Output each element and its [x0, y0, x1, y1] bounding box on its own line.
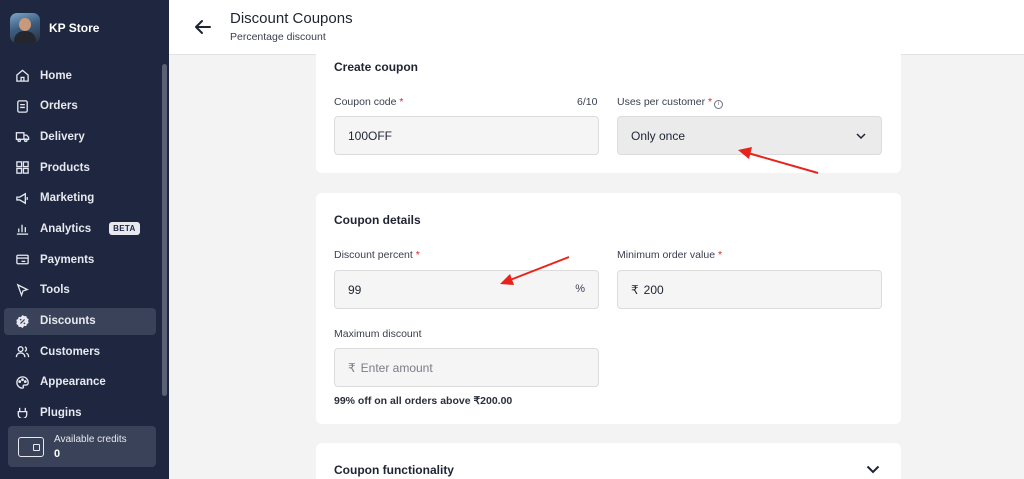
store-avatar — [10, 12, 40, 43]
sidebar-item-products[interactable]: Products — [4, 154, 156, 181]
coupon-details-card: Coupon details Discount percent * 99 % M… — [316, 193, 901, 424]
required-asterisk: * — [399, 96, 404, 108]
coupon-code-counter: 6/10 — [577, 96, 598, 108]
card-title: Coupon details — [334, 213, 421, 227]
sidebar-item-discounts[interactable]: Discounts — [4, 307, 156, 335]
plug-icon — [14, 405, 30, 418]
sidebar-item-appearance[interactable]: Appearance — [4, 369, 156, 396]
sidebar-nav: Home Orders Delivery Products Marketing … — [0, 62, 160, 418]
truck-icon — [14, 129, 30, 145]
discount-icon — [14, 313, 30, 329]
page-title: Discount Coupons — [230, 10, 353, 27]
coupon-code-value: 100OFF — [348, 128, 393, 143]
info-icon[interactable]: i — [714, 100, 724, 109]
minimum-order-value: 200 — [643, 282, 664, 297]
discount-percent-label: Discount percent * — [334, 249, 420, 261]
sidebar-item-label: Home — [40, 69, 72, 82]
grid-icon — [14, 160, 30, 176]
sidebar-item-label: Payments — [40, 253, 95, 266]
coupon-functionality-card[interactable]: Coupon functionality — [316, 443, 901, 479]
sidebar-item-payments[interactable]: Payments — [4, 246, 156, 273]
minimum-order-input[interactable]: ₹ 200 — [617, 270, 882, 309]
coupon-code-label: Coupon code * — [334, 96, 403, 108]
sidebar-item-label: Marketing — [40, 192, 95, 205]
wallet-icon — [18, 436, 44, 457]
sidebar-item-label: Delivery — [40, 130, 85, 143]
sidebar-item-label: Appearance — [40, 376, 106, 389]
sidebar-item-customers[interactable]: Customers — [4, 338, 156, 365]
sidebar-item-label: Orders — [40, 100, 78, 113]
uses-per-customer-label: Uses per customer * i — [617, 96, 724, 109]
sidebar-item-analytics[interactable]: Analytics BETA — [4, 215, 156, 242]
store-name: KP Store — [49, 20, 100, 35]
rupee-prefix: ₹ — [348, 360, 356, 375]
sidebar-item-label: Tools — [40, 284, 70, 297]
minimum-order-label-text: Minimum order value — [617, 249, 716, 261]
discount-summary: 99% off on all orders above ₹200.00 — [334, 395, 513, 407]
discount-percent-value: 99 — [348, 282, 362, 297]
sidebar-item-delivery[interactable]: Delivery — [4, 123, 156, 150]
sidebar: KP Store Home Orders Delivery Products M… — [0, 0, 169, 479]
palette-icon — [14, 374, 30, 390]
chart-icon — [14, 221, 30, 237]
discount-percent-label-text: Discount percent — [334, 249, 413, 261]
chevron-down-icon[interactable] — [865, 461, 881, 477]
sidebar-item-tools[interactable]: Tools — [4, 277, 156, 304]
megaphone-icon — [14, 190, 30, 206]
uses-per-customer-label-text: Uses per customer — [617, 96, 706, 108]
uses-per-customer-value: Only once — [631, 128, 686, 143]
card-title: Coupon functionality — [334, 463, 454, 477]
create-coupon-card: Create coupon Coupon code * 6/10 100OFF … — [316, 45, 901, 173]
uses-per-customer-select[interactable]: Only once — [617, 116, 882, 155]
sidebar-scrollbar[interactable] — [162, 64, 167, 396]
credits-label: Available credits — [54, 433, 127, 445]
maximum-discount-placeholder: Enter amount — [360, 360, 433, 375]
home-icon — [14, 68, 30, 84]
sidebar-item-plugins[interactable]: Plugins — [4, 400, 156, 418]
users-icon — [14, 344, 30, 360]
back-arrow-icon[interactable] — [191, 15, 215, 39]
minimum-order-label: Minimum order value * — [617, 249, 722, 261]
coupon-code-label-text: Coupon code — [334, 96, 397, 108]
sidebar-item-label: Customers — [40, 345, 101, 358]
required-asterisk: * — [415, 249, 420, 261]
required-asterisk: * — [708, 96, 713, 108]
maximum-discount-input[interactable]: ₹ Enter amount — [334, 348, 599, 387]
sidebar-item-orders[interactable]: Orders — [4, 93, 156, 120]
store-switcher[interactable]: KP Store — [0, 0, 169, 55]
coupon-code-input[interactable]: 100OFF — [334, 116, 599, 155]
sidebar-item-label: Discounts — [40, 315, 96, 327]
chevron-down-icon — [856, 133, 866, 140]
rupee-prefix: ₹ — [631, 282, 639, 297]
discount-percent-input[interactable]: 99 % — [334, 270, 599, 309]
beta-badge: BETA — [109, 222, 140, 236]
payments-icon — [14, 252, 30, 268]
sidebar-item-label: Analytics — [40, 222, 92, 235]
sidebar-item-label: Products — [40, 161, 90, 174]
available-credits[interactable]: Available credits 0 — [8, 426, 156, 467]
sidebar-item-label: Plugins — [40, 407, 82, 418]
credits-value: 0 — [54, 447, 61, 460]
page-subtitle: Percentage discount — [230, 31, 326, 43]
sidebar-item-marketing[interactable]: Marketing — [4, 185, 156, 212]
cursor-icon — [14, 282, 30, 298]
required-asterisk: * — [717, 249, 723, 261]
orders-icon — [14, 98, 30, 114]
maximum-discount-label: Maximum discount — [334, 328, 422, 340]
percent-suffix: % — [575, 283, 585, 295]
sidebar-item-home[interactable]: Home — [4, 62, 156, 89]
card-title: Create coupon — [334, 60, 419, 74]
